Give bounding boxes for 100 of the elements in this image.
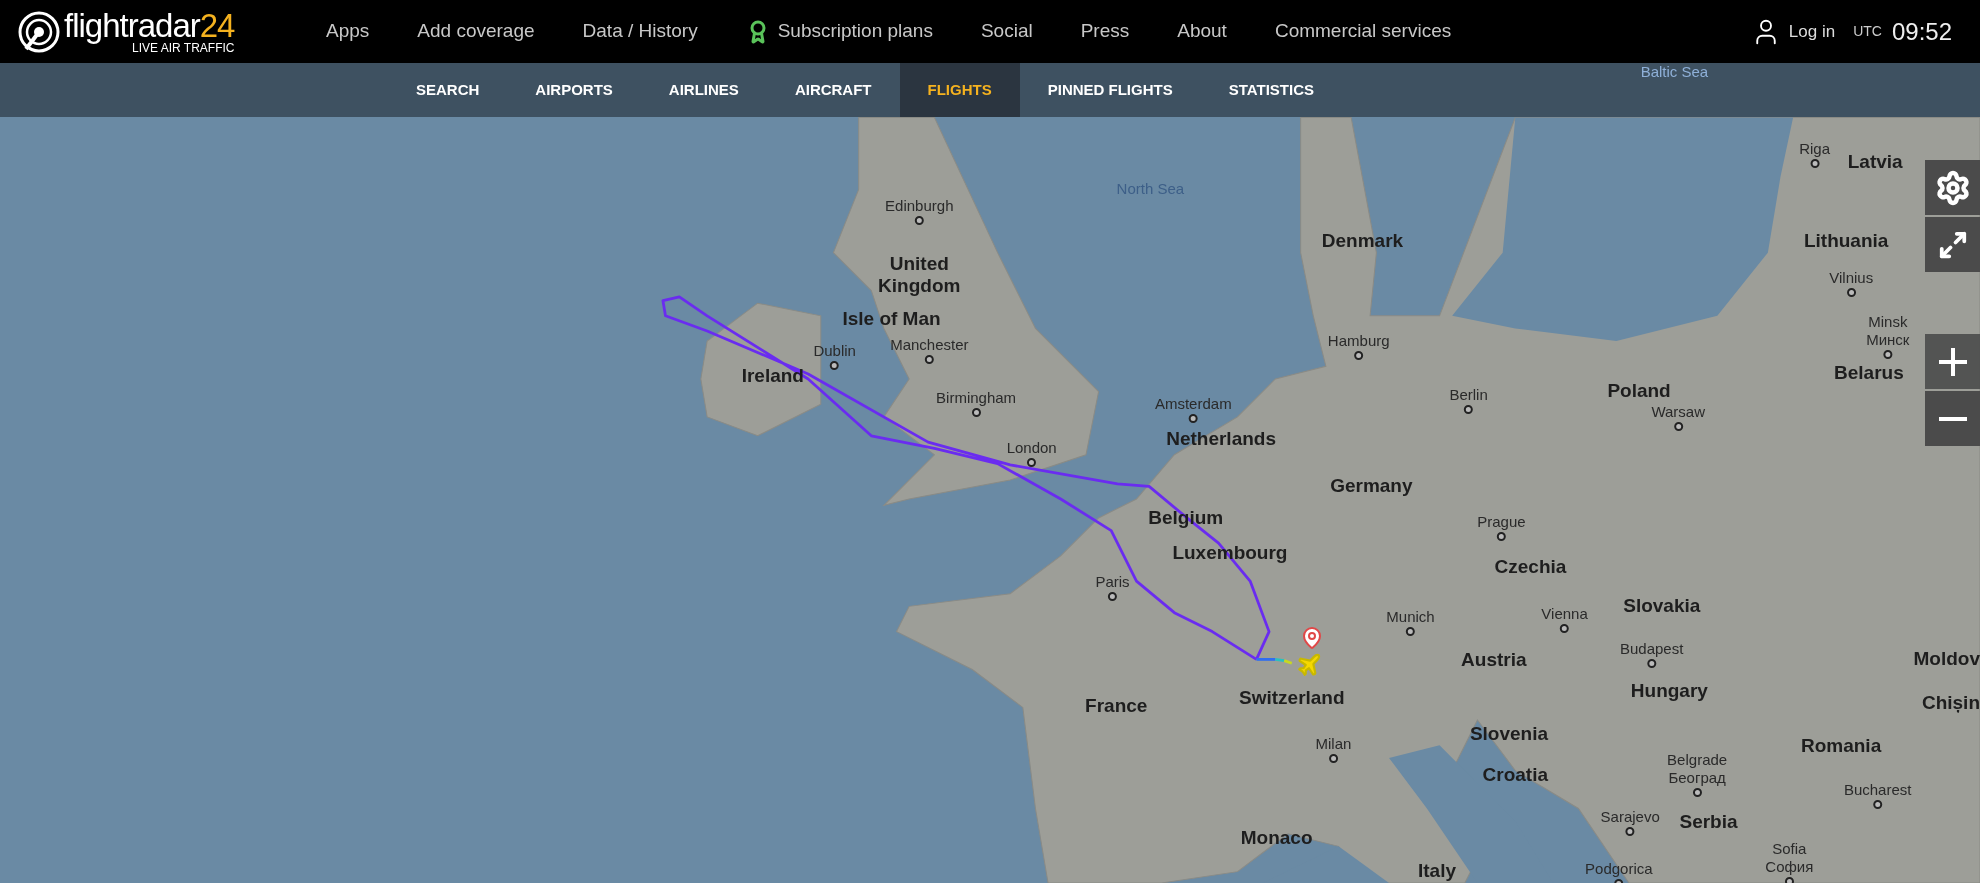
- country-label: Austria: [1461, 649, 1527, 672]
- city-label: Munich: [1386, 608, 1435, 627]
- city-marker-icon: [1560, 623, 1570, 633]
- city-label: Dublin: [813, 342, 856, 361]
- city-marker-icon: [1883, 350, 1893, 359]
- nav-tab[interactable]: FLIGHTS: [899, 63, 1020, 117]
- radar-logo-icon: [18, 10, 60, 53]
- plus-icon: [1938, 347, 1967, 376]
- logo[interactable]: flightradar24 LIVE AIR TRAFFIC: [18, 9, 288, 54]
- country-label: Switzerland: [1239, 687, 1345, 710]
- country-label: France: [1085, 694, 1148, 717]
- city-marker-icon: [1188, 414, 1198, 424]
- menu-link[interactable]: Commercial services: [1274, 17, 1452, 46]
- city-label: Sarajevo: [1600, 808, 1660, 826]
- country-label: Italy: [1418, 860, 1456, 883]
- city-label: Birmingham: [936, 388, 1017, 407]
- city-marker-icon: [1354, 350, 1364, 360]
- city-marker-icon: [1027, 458, 1037, 468]
- city-marker-icon: [1846, 287, 1856, 297]
- menu-link[interactable]: Apps: [326, 17, 370, 46]
- city-label: Bucharest: [1843, 781, 1912, 800]
- settings-button[interactable]: [1925, 160, 1980, 215]
- nav-tab[interactable]: SEARCH: [388, 63, 508, 117]
- country-label: Latvia: [1847, 150, 1903, 173]
- city-label: London: [1006, 439, 1057, 458]
- country-label: Hungary: [1630, 679, 1708, 702]
- city-label: Manchester: [890, 335, 969, 354]
- city-label: Amsterdam: [1154, 395, 1232, 414]
- city-marker-icon: [1784, 876, 1794, 883]
- nav-tab[interactable]: AIRCRAFT: [766, 63, 900, 117]
- location-pin-icon: [1300, 626, 1324, 650]
- nav-tab[interactable]: AIRLINES: [640, 63, 767, 117]
- country-label: United Kingdom: [877, 253, 962, 298]
- city-label: Minsk: [1868, 313, 1908, 331]
- city-label: Paris: [1095, 573, 1130, 592]
- country-label: Ireland: [741, 365, 804, 388]
- country-label: Croatia: [1482, 764, 1549, 787]
- city-marker-icon: [971, 407, 981, 417]
- city-marker-icon: [914, 215, 924, 225]
- city-marker-icon: [1692, 788, 1702, 798]
- nav-tab[interactable]: AIRPORTS: [507, 63, 641, 117]
- country-label: Lithuania: [1803, 230, 1889, 253]
- city-label: Riga: [1799, 140, 1830, 158]
- city-marker-icon: [1496, 531, 1506, 541]
- city-marker-icon: [1108, 592, 1117, 602]
- logo-name: flightradar: [64, 9, 200, 42]
- expand-icon: [1937, 229, 1968, 260]
- menu-link[interactable]: Social: [980, 17, 1033, 46]
- login-link[interactable]: Log in: [1750, 16, 1836, 47]
- menu-link[interactable]: Data / History: [582, 17, 698, 46]
- zoom-in-button[interactable]: [1925, 334, 1980, 389]
- country-label: Serbia: [1679, 811, 1738, 834]
- city-marker-icon: [1673, 421, 1683, 431]
- country-label: Poland: [1607, 380, 1671, 403]
- city-marker-icon: [1406, 627, 1415, 637]
- city-label: Budapest: [1620, 640, 1684, 659]
- minus-icon: [1938, 416, 1967, 421]
- logo-tagline: LIVE AIR TRAFFIC: [132, 41, 235, 54]
- city-label: Podgorica: [1585, 859, 1653, 878]
- nav-tab[interactable]: STATISTICS: [1200, 63, 1342, 117]
- nav-tab[interactable]: PINNED FLIGHTS: [1019, 63, 1201, 117]
- timezone-label: UTC: [1853, 22, 1882, 41]
- city-label: Berlin: [1449, 386, 1488, 405]
- city-label: Hamburg: [1327, 331, 1390, 350]
- city-label: Vilnius: [1829, 268, 1874, 287]
- country-label: Slovenia: [1469, 722, 1549, 745]
- city-label: Edinburgh: [885, 196, 954, 215]
- city-marker-icon: [830, 361, 840, 371]
- country-label: Chișin: [1921, 692, 1980, 715]
- city-marker-icon: [1647, 659, 1657, 669]
- country-label: Romania: [1800, 735, 1882, 758]
- city-marker-icon: [1873, 800, 1883, 810]
- city-marker-icon: [1464, 405, 1474, 415]
- sea-label: Baltic Sea: [1640, 61, 1709, 82]
- city-marker-icon: [1625, 827, 1635, 836]
- fullscreen-button[interactable]: [1925, 217, 1980, 272]
- country-label: Belarus: [1834, 361, 1904, 384]
- city-label: Sofia: [1772, 839, 1807, 858]
- city-label: Warsaw: [1651, 402, 1705, 421]
- country-label: Germany: [1330, 475, 1413, 498]
- city-label: Belgrade: [1667, 751, 1728, 770]
- city-label: Milan: [1315, 734, 1352, 753]
- city-marker-icon: [1810, 159, 1820, 168]
- city-native-label: София: [1765, 857, 1814, 876]
- menu-link[interactable]: About: [1177, 17, 1227, 46]
- country-label: Czechia: [1494, 555, 1567, 578]
- country-label: Denmark: [1321, 230, 1404, 253]
- country-label: Moldov: [1913, 648, 1980, 671]
- menu-link[interactable]: Subscription plans: [745, 17, 933, 46]
- zoom-out-button[interactable]: [1925, 391, 1980, 446]
- country-label: Netherlands: [1166, 428, 1276, 451]
- menu-link[interactable]: Press: [1080, 17, 1130, 46]
- logo-number: 24: [199, 9, 235, 42]
- country-label: Monaco: [1240, 827, 1313, 850]
- city-native-label: Минск: [1866, 331, 1910, 349]
- country-label: Slovakia: [1623, 595, 1701, 618]
- menu-link[interactable]: Add coverage: [417, 17, 535, 46]
- city-marker-icon: [1328, 753, 1338, 763]
- clock-time: 09:52: [1891, 16, 1952, 47]
- city-label: Prague: [1477, 512, 1526, 531]
